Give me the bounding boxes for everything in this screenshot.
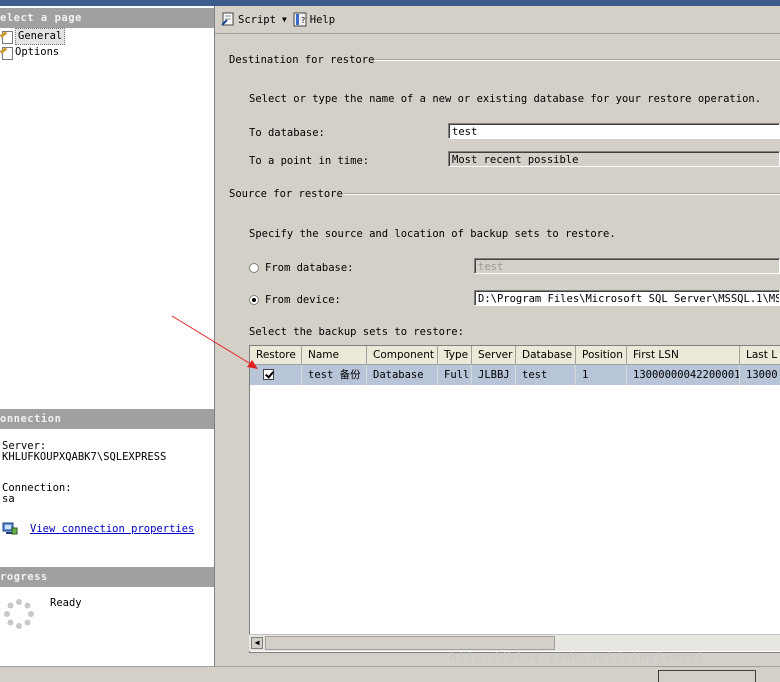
restore-checkbox[interactable]	[263, 369, 274, 380]
script-icon	[221, 12, 235, 27]
help-icon: ?	[293, 12, 307, 27]
column-header-position[interactable]: Position	[576, 346, 627, 365]
select-page-header: elect a page	[0, 8, 214, 28]
type-cell: Full	[438, 365, 472, 385]
from-database-radio[interactable]	[249, 263, 259, 273]
progress-spinner-icon	[3, 598, 35, 630]
to-point-in-time-label: To a point in time:	[249, 155, 370, 167]
table-row[interactable]: test 备份 Database Full JLBBJ test 1 13000…	[250, 365, 780, 385]
from-database-select[interactable]: test	[474, 258, 780, 274]
column-header-first-lsn[interactable]: First LSN	[627, 346, 740, 365]
from-database-label: From database:	[265, 262, 354, 274]
page-label-options: Options	[15, 46, 60, 58]
left-pane: elect a page General Options onnection S…	[0, 6, 215, 666]
scrollbar-thumb[interactable]	[265, 636, 555, 650]
from-device-label: From device:	[265, 294, 341, 306]
name-cell: test 备份	[302, 365, 367, 385]
last-lsn-cell: 13000	[740, 365, 780, 385]
help-label: Help	[309, 13, 336, 26]
column-header-database[interactable]: Database	[516, 346, 576, 365]
column-header-server[interactable]: Server	[472, 346, 516, 365]
component-cell: Database	[367, 365, 438, 385]
backup-sets-label: Select the backup sets to restore:	[249, 326, 464, 338]
bottom-bar	[0, 666, 780, 682]
column-header-restore[interactable]: Restore	[250, 346, 302, 365]
watermark-text: http://blog.csdn.net/yingtangri	[450, 650, 705, 664]
toolbar: Script ▼ ? Help	[215, 6, 780, 34]
svg-text:?: ?	[301, 16, 305, 25]
scroll-left-icon[interactable]: ◀	[251, 637, 263, 649]
restore-cell	[250, 365, 302, 385]
horizontal-scrollbar[interactable]: ◀	[249, 634, 780, 651]
source-divider	[344, 193, 780, 195]
to-point-in-time-field[interactable]: Most recent possible	[448, 151, 780, 167]
grid-header-row: Restore Name Component Type Server Datab…	[250, 346, 780, 365]
from-device-radio[interactable]	[249, 295, 259, 305]
page-item-general[interactable]: General	[0, 28, 66, 45]
progress-header: rogress	[0, 567, 214, 587]
column-header-type[interactable]: Type	[438, 346, 472, 365]
page-label-general: General	[15, 28, 66, 45]
to-database-input[interactable]: test	[448, 123, 780, 139]
view-connection-properties-link[interactable]: View connection properties	[30, 523, 194, 535]
server-value: KHLUFKOUPXQABK7\SQLEXPRESS	[2, 451, 167, 463]
connection-value: sa	[2, 493, 15, 505]
source-group-title: Source for restore	[229, 188, 343, 200]
database-cell: test	[516, 365, 576, 385]
connection-properties-icon	[2, 522, 18, 536]
column-header-last-lsn[interactable]: Last L	[740, 346, 780, 365]
page-item-options[interactable]: Options	[0, 45, 59, 60]
position-cell: 1	[576, 365, 627, 385]
progress-status: Ready	[50, 597, 82, 609]
backup-sets-grid: Restore Name Component Type Server Datab…	[249, 345, 780, 653]
dropdown-arrow-icon[interactable]: ▼	[282, 15, 287, 24]
script-button[interactable]: Script ▼	[221, 12, 287, 27]
page-wrench-icon	[0, 30, 13, 44]
column-header-component[interactable]: Component	[367, 346, 438, 365]
server-cell: JLBBJ	[472, 365, 516, 385]
from-device-input[interactable]: D:\Program Files\Microsoft SQL Server\MS…	[474, 290, 780, 306]
connection-header: onnection	[0, 409, 214, 429]
page-wrench-icon	[0, 46, 13, 60]
ok-button[interactable]	[658, 670, 756, 682]
source-instruction: Specify the source and location of backu…	[249, 228, 616, 240]
destination-divider	[374, 59, 780, 61]
destination-instruction: Select or type the name of a new or exis…	[249, 93, 762, 105]
script-label: Script	[238, 13, 276, 26]
column-header-name[interactable]: Name	[302, 346, 367, 365]
help-button[interactable]: ? Help	[293, 12, 335, 27]
first-lsn-cell: 13000000042200001	[627, 365, 740, 385]
destination-group-title: Destination for restore	[229, 54, 375, 66]
to-database-label: To database:	[249, 127, 325, 139]
